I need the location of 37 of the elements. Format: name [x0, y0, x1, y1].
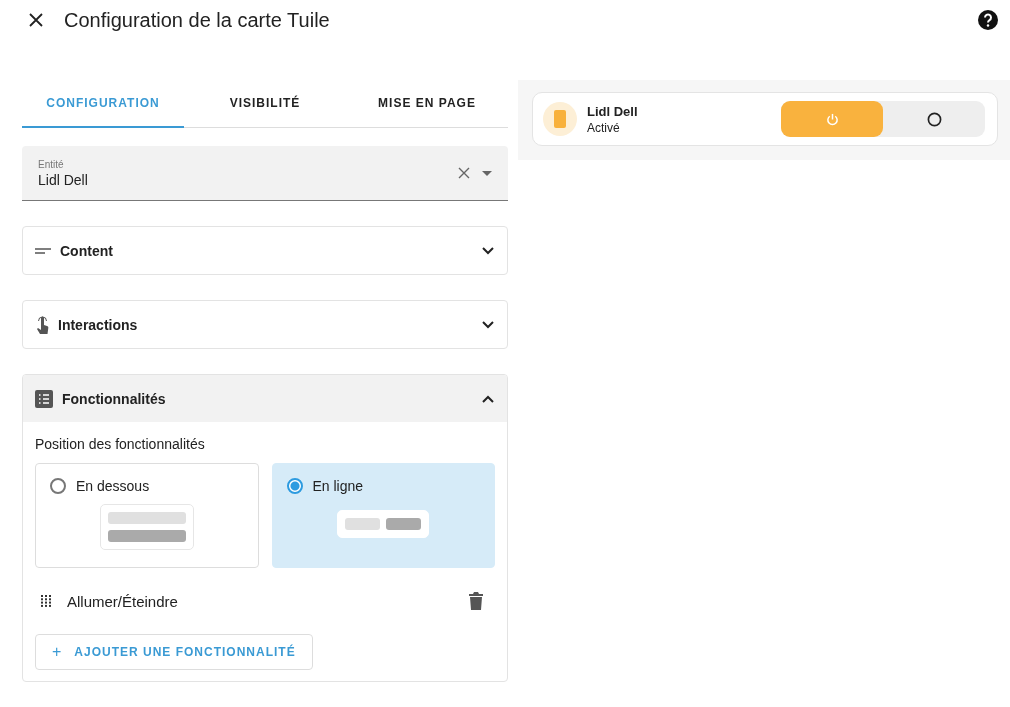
- field-label: Entité: [38, 158, 65, 170]
- drag-handle-icon[interactable]: [41, 595, 51, 607]
- device-icon: [543, 102, 577, 136]
- tab[interactable]: VISIBILITÉ: [184, 80, 346, 128]
- radio-button[interactable]: [50, 478, 66, 494]
- feature-name: Allumer/Éteindre: [67, 592, 179, 610]
- chevron-down-icon: [482, 246, 494, 255]
- lines-icon: [35, 247, 51, 254]
- panel-header[interactable]: Interactions: [23, 301, 507, 348]
- chevron-up-icon: [482, 394, 494, 403]
- field-value: Lidl Dell: [38, 171, 89, 188]
- position-label: Position des fonctionnalités: [35, 436, 206, 452]
- tile-name: Lidl Dell: [587, 103, 639, 119]
- pointer-hand-icon: [35, 315, 49, 334]
- layout-option[interactable]: En ligne: [271, 463, 495, 568]
- power-icon: [825, 112, 839, 126]
- list-icon: [35, 389, 53, 408]
- trash-icon[interactable]: [469, 592, 483, 610]
- dropdown-caret-icon[interactable]: [482, 170, 492, 176]
- circle-icon: [926, 111, 942, 127]
- panel-title: Content: [60, 242, 114, 259]
- tab[interactable]: MISE EN PAGE: [346, 80, 508, 128]
- help-icon[interactable]: [978, 10, 998, 30]
- dialog-title: Configuration de la carte Tuile: [64, 8, 330, 32]
- radio-button[interactable]: [286, 478, 303, 494]
- panel-header[interactable]: Fonctionnalités: [23, 375, 507, 422]
- tile-state: Activé: [587, 120, 621, 135]
- panel-title: Fonctionnalités: [62, 390, 167, 407]
- option-label: En dessous: [76, 478, 150, 494]
- panel-header[interactable]: Content: [23, 227, 507, 274]
- entity-field[interactable]: Entité Lidl Dell: [22, 146, 508, 201]
- chevron-down-icon: [482, 320, 494, 329]
- layout-option[interactable]: En dessous: [35, 463, 259, 568]
- option-label: En ligne: [312, 478, 364, 494]
- panel-title: Interactions: [58, 316, 139, 333]
- clear-icon[interactable]: [458, 167, 470, 179]
- close-icon[interactable]: [29, 13, 43, 27]
